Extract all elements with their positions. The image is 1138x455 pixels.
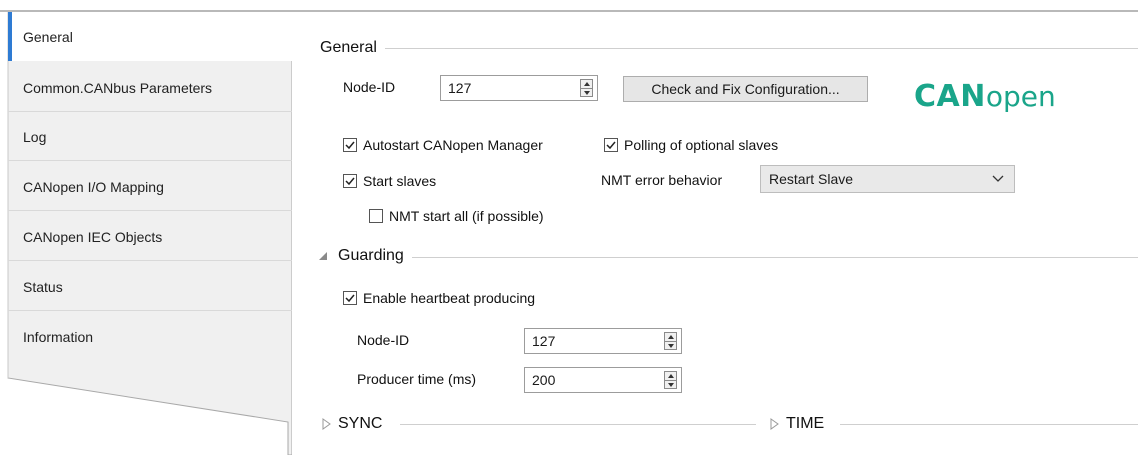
time-section-title: TIME [786,415,833,433]
checkbox-checked-icon[interactable] [604,138,618,152]
sidebar-item-general[interactable]: General [8,12,294,61]
spinner-arrows-icon[interactable] [664,332,677,350]
checkbox-checked-icon[interactable] [343,291,357,305]
producer-time-spinner[interactable]: 200 [524,367,682,393]
general-divider [320,48,1138,49]
node-id-label: Node-ID [343,79,396,95]
nmt-error-behavior-value: Restart Slave [769,171,854,187]
sidebar: General Common.CANbus Parameters Log CAN… [0,12,294,455]
nmt-start-all-label: NMT start all (if possible) [389,208,544,224]
sidebar-item-canopen-io-mapping[interactable]: CANopen I/O Mapping [8,162,292,211]
autostart-canopen-manager-checkbox[interactable]: Autostart CANopen Manager [343,137,543,153]
node-id-spinner[interactable]: 127 [440,75,598,101]
collapse-triangle-icon[interactable] [318,251,328,261]
checkbox-checked-icon[interactable] [343,138,357,152]
expand-triangle-icon[interactable] [770,418,779,430]
nmt-error-behavior-select[interactable]: Restart Slave [760,165,1015,193]
expand-triangle-icon[interactable] [322,418,331,430]
sidebar-item-label: Common.CANbus Parameters [23,79,213,96]
sync-section-title: SYNC [338,415,391,433]
sync-divider [400,424,756,425]
sidebar-item-label: CANopen IEC Objects [23,228,163,245]
sidebar-item-label: Log [23,128,47,145]
sidebar-item-information[interactable]: Information [8,312,292,361]
chevron-down-icon [992,175,1004,182]
sidebar-item-label: Information [23,328,94,345]
guarding-node-id-spinner[interactable]: 127 [524,328,682,354]
canopen-logo: CANopen [914,79,1056,114]
time-divider [840,424,1138,425]
nmt-error-behavior-label: NMT error behavior [601,172,723,188]
sidebar-item-common-canbus-parameters[interactable]: Common.CANbus Parameters [8,63,292,112]
checkbox-unchecked-icon[interactable] [369,209,383,223]
sidebar-item-log[interactable]: Log [8,112,292,161]
start-slaves-label: Start slaves [363,173,437,189]
check-and-fix-configuration-button[interactable]: Check and Fix Configuration... [623,76,868,102]
start-slaves-checkbox[interactable]: Start slaves [343,173,436,189]
nmt-start-all-checkbox[interactable]: NMT start all (if possible) [369,208,544,224]
checkbox-checked-icon[interactable] [343,174,357,188]
heartbeat-label: Enable heartbeat producing [363,290,536,306]
sidebar-item-canopen-iec-objects[interactable]: CANopen IEC Objects [8,212,292,261]
producer-time-value: 200 [532,372,556,388]
logo-light-text: open [985,80,1056,113]
sidebar-item-label: General [23,28,73,45]
autostart-label: Autostart CANopen Manager [363,137,543,153]
guarding-node-id-value: 127 [532,333,556,349]
enable-heartbeat-checkbox[interactable]: Enable heartbeat producing [343,290,535,306]
polling-label: Polling of optional slaves [624,137,779,153]
general-section-title: General [320,39,385,57]
spinner-arrows-icon[interactable] [580,79,593,97]
producer-time-label: Producer time (ms) [357,371,477,387]
guarding-divider [340,257,1138,258]
node-id-value: 127 [448,80,472,96]
logo-bold-text: CAN [914,79,986,114]
polling-optional-slaves-checkbox[interactable]: Polling of optional slaves [604,137,778,153]
sidebar-item-label: Status [23,278,63,295]
sidebar-item-status[interactable]: Status [8,262,292,311]
sidebar-item-label: CANopen I/O Mapping [23,178,164,195]
spinner-arrows-icon[interactable] [664,371,677,389]
guarding-section-title: Guarding [338,247,412,265]
guarding-node-id-label: Node-ID [357,332,410,348]
